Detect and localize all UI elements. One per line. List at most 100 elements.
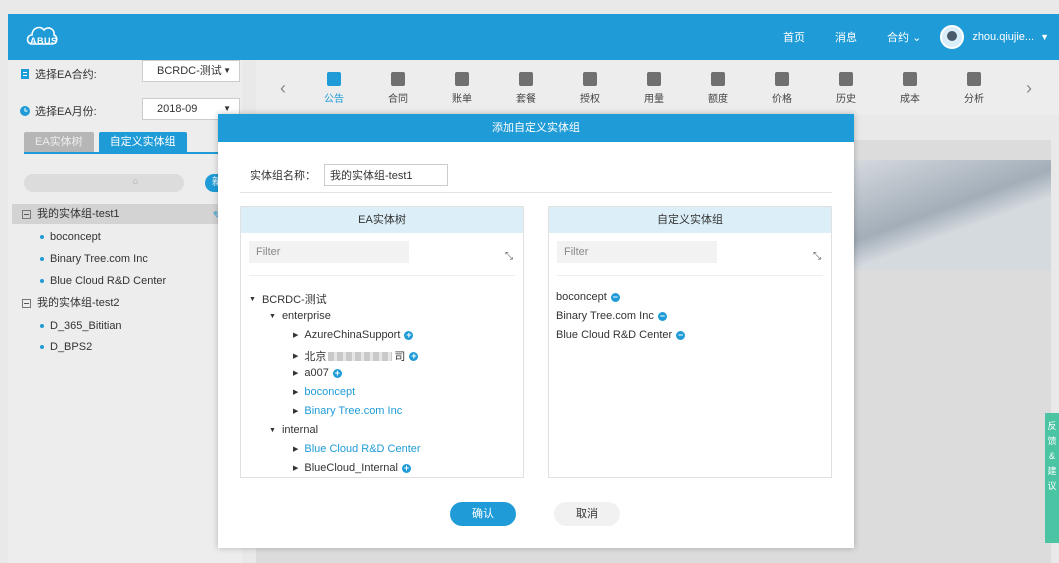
nav-home[interactable]: 首页 [783, 29, 805, 45]
feedback-button[interactable]: 反馈&建议 [1045, 413, 1059, 543]
remove-circle-icon[interactable]: − [610, 292, 620, 302]
tab-custom-entity-group[interactable]: 自定义实体组 [98, 132, 187, 152]
collapse-box-icon[interactable] [22, 209, 31, 219]
group-row-test2[interactable]: 我的实体组-test2 [12, 293, 218, 313]
tab-ea-entity-tree[interactable]: EA实体树 [24, 132, 94, 152]
tree-node-selected[interactable]: ▶ Binary Tree.com Inc [293, 405, 402, 417]
group-name-input[interactable] [324, 164, 448, 186]
toolbar-bill[interactable]: 账单 [442, 72, 482, 105]
collapse-arrows-icon[interactable]: ⤡ [813, 251, 821, 262]
toolbar-label: 公告 [324, 94, 344, 105]
nav-contracts-menu[interactable]: 合约 ⌄ [887, 29, 921, 45]
chevron-left-icon[interactable]: ‹ [280, 78, 286, 99]
entity-tabs: EA实体树 自定义实体组 [24, 132, 192, 152]
group-search-input[interactable]: ○ [24, 174, 184, 192]
tree-node-label: BCRDC-测试 [261, 294, 327, 306]
toolbar-authorization[interactable]: 授权 [570, 72, 610, 105]
user-menu-caret-icon[interactable]: ▼ [1040, 32, 1049, 42]
tree-node-label: AzureChinaSupport [304, 329, 401, 341]
top-bar: ABUS 首页 消息 合约 ⌄ zhou.qiujie... ▼ [8, 14, 1059, 60]
caret-down-icon[interactable]: ▼ [269, 313, 276, 320]
add-circle-icon[interactable]: + [409, 351, 419, 361]
nav-messages[interactable]: 消息 [835, 29, 857, 45]
caret-right-icon[interactable]: ▶ [293, 445, 298, 453]
add-custom-group-dialog: 添加自定义实体组 实体组名称： EA实体树 Filter ⤡ ▼ BCRDC-测试… [218, 114, 854, 548]
tree-node-enterprise[interactable]: ▼ enterprise [269, 310, 331, 322]
caret-right-icon[interactable]: ▶ [293, 331, 298, 339]
confirm-button[interactable]: 确认 [450, 502, 516, 526]
pie-chart-icon [903, 72, 917, 86]
selected-entity-label: Binary Tree.com Inc [556, 310, 654, 322]
group-label: 我的实体组-test1 [37, 208, 120, 220]
caret-down-icon[interactable]: ▼ [269, 427, 276, 434]
collapse-box-icon[interactable] [22, 298, 31, 308]
tree-node-label: a007 [304, 367, 329, 379]
add-circle-icon[interactable]: + [401, 463, 411, 473]
ea-contract-select[interactable]: BCRDC-测试 ▼ [142, 60, 240, 82]
bill-icon [455, 72, 469, 86]
toolbar-analysis[interactable]: 分析 [954, 72, 994, 105]
collapse-arrows-icon[interactable]: ⤡ [505, 251, 513, 262]
caret-down-icon[interactable]: ▼ [249, 296, 256, 303]
toolbar-package[interactable]: 套餐 [506, 72, 546, 105]
add-circle-icon[interactable]: + [404, 330, 414, 340]
toolbar-label: 账单 [452, 94, 472, 105]
ea-tree-pane-title: EA实体树 [241, 207, 523, 233]
custom-group-filter-input[interactable]: Filter [557, 241, 717, 263]
user-name[interactable]: zhou.qiujie... [972, 31, 1034, 43]
price-icon [775, 72, 789, 86]
toolbar-history[interactable]: 历史 [826, 72, 866, 105]
caret-right-icon[interactable]: ▶ [293, 369, 298, 377]
ea-month-value: 2018-09 [157, 103, 198, 115]
tree-item[interactable]: boconcept [12, 227, 218, 247]
tree-item[interactable]: Blue Cloud R&D Center [12, 271, 218, 291]
tree-item[interactable]: Binary Tree.com Inc [12, 249, 218, 269]
remove-circle-icon[interactable]: − [676, 330, 686, 340]
cancel-button[interactable]: 取消 [554, 502, 620, 526]
tree-node-selected[interactable]: ▶ Blue Cloud R&D Center [293, 443, 421, 455]
toolbar-label: 分析 [964, 94, 984, 105]
tree-node-label: Binary Tree.com Inc [304, 405, 403, 417]
tree-item-label: Blue Cloud R&D Center [50, 275, 167, 287]
group-label: 我的实体组-test2 [37, 297, 120, 309]
tree-node[interactable]: ▶ a007 + [293, 367, 342, 379]
bullet-icon [40, 279, 44, 283]
caret-right-icon[interactable]: ▶ [293, 388, 298, 396]
tree-item[interactable]: D_BPS2 [12, 337, 218, 357]
toolbar-announcement[interactable]: 公告 [314, 72, 354, 105]
tree-node[interactable]: ▶ 北京 司 + [293, 348, 419, 364]
remove-circle-icon[interactable]: − [657, 311, 667, 321]
divider [557, 275, 823, 276]
caret-right-icon[interactable]: ▶ [293, 407, 298, 415]
chevron-right-icon[interactable]: › [1026, 78, 1032, 99]
add-circle-icon[interactable]: + [332, 368, 342, 378]
search-icon[interactable]: ○ [132, 176, 139, 188]
toolbar-cost[interactable]: 成本 [890, 72, 930, 105]
tree-node[interactable]: ▶ AzureChinaSupport + [293, 329, 414, 341]
toolbar-price[interactable]: 价格 [762, 72, 802, 105]
toolbar-label: 额度 [708, 94, 728, 105]
ea-tree-pane: EA实体树 Filter ⤡ ▼ BCRDC-测试 ▼ enterprise ▶ Az… [240, 206, 524, 478]
ea-tree-filter-input[interactable]: Filter [249, 241, 409, 263]
tree-item[interactable]: D_365_Bititian [12, 316, 218, 336]
contract-icon [21, 69, 29, 79]
toolbar-usage[interactable]: 用量 [634, 72, 674, 105]
tree-node-root[interactable]: ▼ BCRDC-测试 [249, 291, 327, 307]
avatar[interactable] [940, 25, 965, 49]
tree-node-label: enterprise [281, 310, 331, 322]
selected-entity-label: boconcept [556, 291, 607, 303]
selected-entity: boconcept − [556, 291, 620, 303]
toolbar-quota[interactable]: 额度 [698, 72, 738, 105]
tree-node-label: 司 [394, 351, 406, 363]
caret-right-icon[interactable]: ▶ [293, 352, 298, 360]
caret-right-icon[interactable]: ▶ [293, 464, 298, 472]
tree-node-internal[interactable]: ▼ internal [269, 424, 318, 436]
toolbar-contract[interactable]: 合同 [378, 72, 418, 105]
history-icon [839, 72, 853, 86]
home-icon [327, 72, 341, 86]
toolbar-label: 合同 [388, 94, 408, 105]
tree-node[interactable]: ▶ BlueCloud_Internal + [293, 462, 411, 474]
tree-node-selected[interactable]: ▶ boconcept [293, 386, 355, 398]
group-row-test1[interactable]: 我的实体组-test1 ✎ [12, 204, 224, 224]
analysis-icon [967, 72, 981, 86]
